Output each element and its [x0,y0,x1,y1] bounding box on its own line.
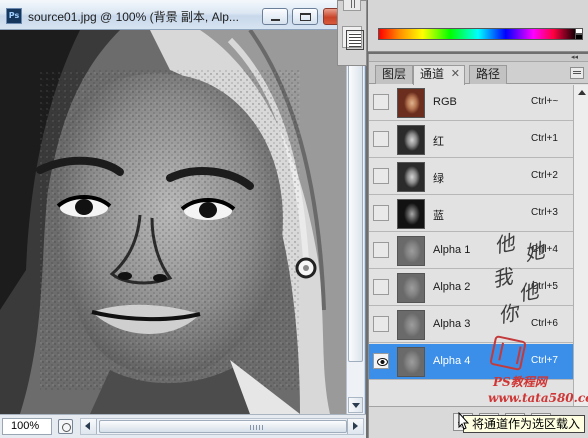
horizontal-scrollbar[interactable] [80,418,364,435]
channel-thumbnail [397,347,425,377]
channel-list-scrollbar[interactable] [573,85,588,406]
channel-row[interactable]: 红 Ctrl+1 [369,122,573,158]
eye-icon[interactable] [373,94,389,110]
channel-thumbnail [397,273,425,303]
grip-icon [250,425,264,430]
image-canvas[interactable] [0,30,346,414]
tooltip: 将通道作为选区载入 [463,415,586,433]
photoshop-app-icon: Ps [6,8,22,24]
scroll-down-button[interactable] [348,397,363,413]
maximize-icon [300,13,311,21]
channel-name: 绿 [433,173,444,185]
status-info-icon[interactable] [58,419,73,434]
signature-glyph: 他 [516,278,541,306]
panel-menu-icon[interactable] [570,67,584,79]
document-title: source01.jpg @ 100% (背景 副本, Alp... [28,10,239,24]
horizontal-scroll-thumb[interactable] [99,420,347,433]
channel-thumbnail [397,310,425,340]
scroll-left-button[interactable] [81,419,97,434]
arrow-left-icon [85,422,90,430]
channel-row[interactable]: RGB Ctrl+~ [369,85,573,121]
eye-icon[interactable] [373,168,389,184]
channel-shortcut: Ctrl+2 [531,170,558,181]
channel-name: Alpha 2 [433,281,471,293]
channel-thumbnail [397,125,425,155]
scroll-up-icon[interactable] [574,85,588,99]
tab-channels[interactable]: 通道 ✕ [413,65,466,85]
channel-shortcut: Ctrl+1 [531,133,558,144]
arrow-down-icon [351,403,360,408]
collapsed-panel-dock [337,0,367,66]
vertical-scrollbar[interactable] [346,30,364,414]
signature-glyph: 她 [522,238,547,266]
document-statusbar: 100% [0,414,366,438]
black-swatch[interactable] [575,34,583,40]
panel-tab-bar: 图层 通道 ✕ 路径 [369,62,588,85]
eye-icon[interactable] [373,205,389,221]
tab-close-icon[interactable]: ✕ [451,66,460,83]
document-titlebar[interactable]: Ps source01.jpg @ 100% (背景 副本, Alp... ✕ [0,0,366,30]
channel-shortcut: Ctrl+~ [531,96,559,107]
channel-thumbnail [397,236,425,266]
tab-layers[interactable]: 图层 [375,65,414,84]
channel-thumbnail [397,199,425,229]
collapse-icon[interactable]: ◂◂ [571,54,583,61]
color-spectrum-ramp[interactable] [378,28,578,40]
channel-name: Alpha 1 [433,244,471,256]
signature-glyph: 我 [490,264,515,292]
document-window: Ps source01.jpg @ 100% (背景 副本, Alp... ✕ [0,0,366,438]
watermark-url: www.tata580.com [488,391,588,405]
color-panel [368,0,588,52]
signature-glyph: 你 [496,300,521,328]
scroll-right-button[interactable] [347,419,363,434]
minimize-button[interactable] [262,8,288,25]
vertical-scroll-thumb[interactable] [348,50,363,362]
eye-icon[interactable] [373,279,389,295]
channel-thumbnail [397,88,425,118]
channel-name: 蓝 [433,210,444,222]
channel-row[interactable]: 蓝 Ctrl+3 [369,196,573,232]
dock-tool-button[interactable] [343,0,361,11]
channel-name: 红 [433,136,444,148]
watermark-seal [489,335,527,371]
signature-glyph: 他 [492,230,517,258]
eye-icon[interactable] [373,242,389,258]
minimize-icon [271,19,280,21]
arrow-right-icon [353,422,358,430]
zoom-level-field[interactable]: 100% [2,418,52,435]
channel-shortcut: Ctrl+3 [531,207,558,218]
maximize-button[interactable] [292,8,318,25]
eye-icon[interactable] [373,316,389,332]
panel-header[interactable]: ◂◂ [369,54,588,62]
tab-channels-label: 通道 [420,67,445,81]
watermark-site-name: PS教程网 [493,375,547,389]
portrait-image [0,30,346,414]
eye-icon[interactable] [373,353,389,369]
channel-row[interactable]: 绿 Ctrl+2 [369,159,573,195]
mouse-cursor-icon [458,412,469,430]
channel-thumbnail [397,162,425,192]
info-panel-icon[interactable] [342,26,364,50]
eye-icon[interactable] [373,131,389,147]
tab-paths[interactable]: 路径 [469,65,508,84]
channel-name: Alpha 4 [433,355,471,367]
channel-name: RGB [433,96,457,108]
channel-name: Alpha 3 [433,318,471,330]
